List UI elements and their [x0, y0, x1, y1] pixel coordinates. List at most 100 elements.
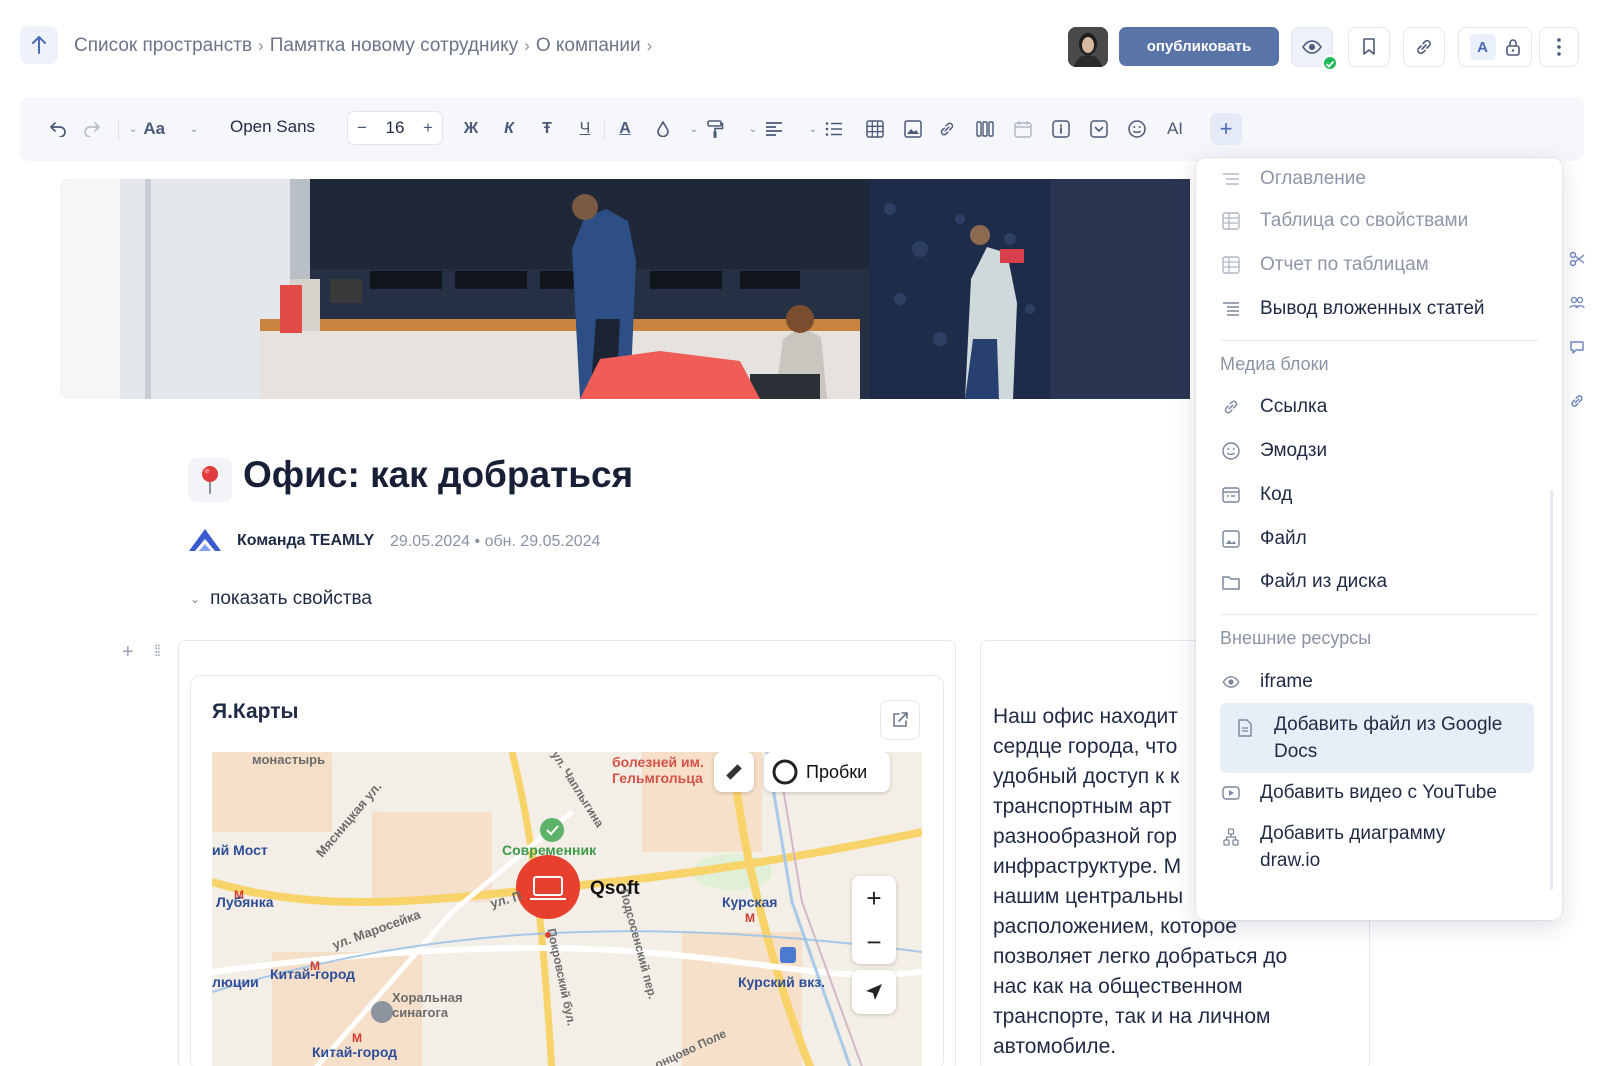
font-dropdown-chevron[interactable]: ⌄: [184, 115, 204, 143]
italic-button[interactable]: К: [496, 115, 522, 143]
image-icon: [904, 120, 922, 138]
link-button[interactable]: [934, 115, 960, 143]
navigation-arrow-icon: [866, 984, 882, 1000]
up-arrow-button[interactable]: [20, 26, 58, 64]
highlight-button[interactable]: [650, 115, 676, 143]
menu-item-label: Добавить диаграмму draw.io: [1260, 820, 1445, 874]
menu-item-drawio[interactable]: Добавить диаграмму draw.io: [1220, 820, 1538, 874]
menu-item-file[interactable]: Файл: [1220, 528, 1538, 550]
menu-item-nested-articles[interactable]: Вывод вложенных статей: [1220, 298, 1538, 320]
emoji-icon: [1220, 442, 1242, 460]
bold-button[interactable]: Ж: [458, 115, 484, 143]
menu-item-label-line: Добавить файл из Google: [1274, 714, 1503, 735]
undo-button[interactable]: [44, 115, 70, 143]
insert-block-button[interactable]: +: [1210, 113, 1242, 145]
show-properties-toggle[interactable]: ⌄ показать свойства: [190, 588, 372, 610]
diagram-icon: [1220, 828, 1242, 846]
list-dropdown[interactable]: ⌄: [802, 115, 850, 143]
map-label: Китай-город: [270, 966, 356, 982]
text-color-button[interactable]: A: [612, 115, 638, 143]
image-button[interactable]: [900, 115, 926, 143]
underline-button[interactable]: Ч: [572, 115, 598, 143]
text-style-label: Aa: [143, 119, 166, 138]
table-button[interactable]: [862, 115, 888, 143]
rail-users-icon[interactable]: [1566, 292, 1588, 314]
font-badge-button[interactable]: A: [1469, 34, 1496, 60]
drag-handle-icon[interactable]: ⁞⁞: [154, 643, 161, 661]
menu-item-label-line: Добавить диаграмму: [1260, 823, 1446, 844]
toggle-block-button[interactable]: [1086, 115, 1112, 143]
more-vertical-icon: [1557, 38, 1561, 56]
menu-item-label: Файл из диска: [1260, 571, 1388, 592]
menu-item-label: Вывод вложенных статей: [1260, 298, 1485, 319]
zoom-out-button[interactable]: −: [852, 920, 896, 964]
folder-icon: [1220, 574, 1242, 590]
traffic-button[interactable]: Пробки: [764, 752, 890, 792]
map-label: Лубянка: [216, 894, 274, 910]
text-style-dropdown[interactable]: ⌄ Aa: [122, 115, 172, 143]
map-label: люции: [212, 974, 259, 990]
strikethrough-button[interactable]: Ŧ: [534, 115, 560, 143]
menu-item-label: Добавить видео с YouTube: [1260, 782, 1497, 803]
author-name[interactable]: Команда TEAMLY: [237, 532, 374, 550]
page-title[interactable]: Офис: как добраться: [243, 454, 633, 496]
calendar-button[interactable]: [1010, 115, 1036, 143]
menu-item-iframe[interactable]: iframe: [1220, 671, 1538, 693]
menu-item-emoji[interactable]: Эмодзи: [1220, 440, 1538, 462]
menu-item-label: iframe: [1260, 671, 1313, 692]
font-size-value[interactable]: 16: [386, 118, 405, 138]
menu-item-code[interactable]: Код: [1220, 484, 1538, 506]
menu-scrollbar[interactable]: [1550, 490, 1553, 890]
eye-icon: [1220, 676, 1242, 688]
publish-button[interactable]: опубликовать: [1119, 27, 1279, 66]
increase-size-button[interactable]: +: [423, 118, 433, 138]
page-emoji-pin-icon[interactable]: [188, 458, 232, 502]
emoji-icon: [1128, 120, 1146, 138]
lock-icon[interactable]: [1505, 38, 1521, 56]
svg-text:M: M: [745, 911, 755, 925]
menu-item-label-line: Docs: [1274, 741, 1318, 762]
menu-item-youtube[interactable]: Добавить видео с YouTube: [1220, 782, 1538, 804]
menu-item-label-line: draw.io: [1260, 850, 1321, 871]
add-block-plus-icon[interactable]: +: [122, 641, 134, 664]
chevron-down-icon: ⌄: [748, 123, 758, 135]
map-label: ий Мост: [212, 842, 268, 858]
locate-button[interactable]: [852, 970, 896, 1014]
breadcrumb-about[interactable]: О компании: [536, 35, 641, 57]
menu-item-table-props[interactable]: Таблица со свойствами: [1220, 210, 1538, 232]
menu-divider: [1220, 614, 1538, 615]
access-group: A: [1458, 27, 1532, 67]
menu-item-table-report[interactable]: Отчет по таблицам: [1220, 254, 1538, 276]
yandex-map[interactable]: MMMM монастырь болезней им. Гельмгольца …: [212, 752, 922, 1066]
decrease-size-button[interactable]: −: [357, 118, 367, 138]
align-dropdown[interactable]: ⌄: [742, 115, 790, 143]
bookmark-button[interactable]: [1348, 27, 1390, 67]
calendar-icon: [1014, 121, 1032, 138]
breadcrumb-spaces[interactable]: Список пространств: [74, 35, 252, 57]
info-block-button[interactable]: [1048, 115, 1074, 143]
rail-comment-icon[interactable]: [1566, 336, 1588, 358]
open-external-button[interactable]: [880, 700, 920, 740]
ruler-button[interactable]: [714, 752, 754, 792]
format-painter-button[interactable]: ⌄: [684, 115, 730, 143]
menu-item-toc[interactable]: Оглавление: [1220, 166, 1538, 192]
emoji-button[interactable]: [1124, 115, 1150, 143]
font-family-select[interactable]: Open Sans: [230, 117, 315, 137]
avatar[interactable]: [1068, 27, 1108, 67]
menu-item-file-from-disk[interactable]: Файл из диска: [1220, 571, 1538, 593]
redo-button[interactable]: [80, 115, 106, 143]
menu-item-google-docs[interactable]: Добавить файл из Google Docs: [1220, 703, 1534, 773]
ai-button[interactable]: AI: [1162, 115, 1188, 143]
cover-image[interactable]: [60, 179, 1190, 399]
columns-button[interactable]: [972, 115, 998, 143]
menu-divider: [1220, 340, 1538, 341]
more-button[interactable]: [1539, 27, 1579, 67]
menu-item-link[interactable]: Ссылка: [1220, 396, 1538, 418]
rail-scissors-icon[interactable]: [1566, 248, 1588, 270]
rail-link-icon[interactable]: [1566, 390, 1588, 412]
breadcrumb-memo[interactable]: Памятка новому сотруднику: [270, 35, 518, 57]
copy-link-button[interactable]: [1403, 27, 1445, 67]
zoom-in-button[interactable]: +: [852, 876, 896, 920]
nested-list-icon: [1220, 301, 1242, 317]
external-link-icon: [893, 712, 908, 727]
